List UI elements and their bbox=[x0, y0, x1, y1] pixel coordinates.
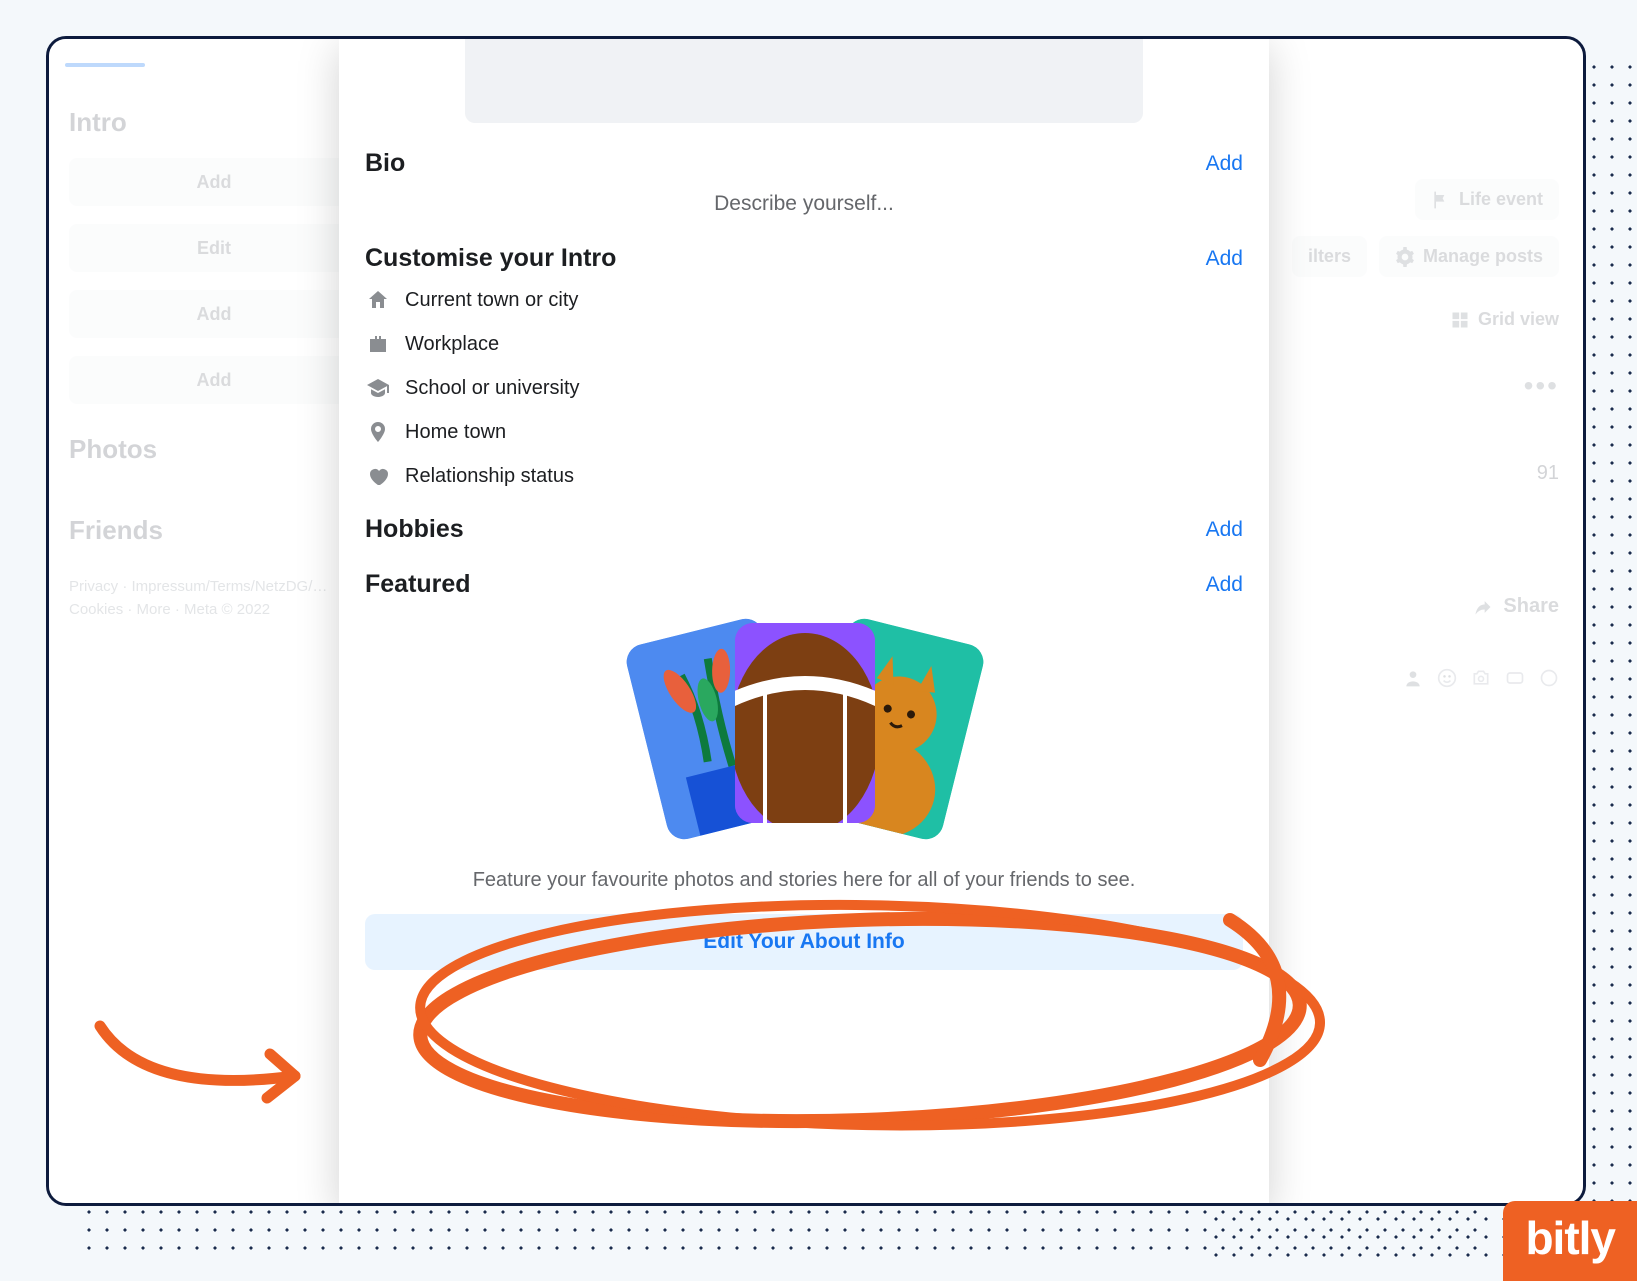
modal-header-placeholder bbox=[465, 39, 1143, 123]
card-football bbox=[735, 623, 875, 823]
hobbies-section: Hobbies Add bbox=[365, 515, 1243, 544]
bio-add-link[interactable]: Add bbox=[1206, 152, 1243, 176]
intro-item-label: Current town or city bbox=[405, 289, 578, 312]
featured-illustration bbox=[365, 629, 1243, 849]
customise-heading: Customise your Intro bbox=[365, 244, 616, 273]
intro-item-label: Home town bbox=[405, 421, 506, 444]
hobbies-add-link[interactable]: Add bbox=[1206, 518, 1243, 542]
edit-intro-modal: Bio Add Describe yourself... Customise y… bbox=[339, 39, 1269, 1206]
home-icon bbox=[365, 287, 391, 313]
bio-heading: Bio bbox=[365, 149, 405, 178]
intro-item-workplace[interactable]: Workplace bbox=[365, 331, 1243, 357]
customise-section: Customise your Intro Add Current town or… bbox=[365, 244, 1243, 489]
intro-item-hometown[interactable]: Home town bbox=[365, 419, 1243, 445]
bio-section: Bio Add Describe yourself... bbox=[365, 149, 1243, 216]
intro-item-current-town[interactable]: Current town or city bbox=[365, 287, 1243, 313]
graduation-cap-icon bbox=[365, 375, 391, 401]
intro-item-school[interactable]: School or university bbox=[365, 375, 1243, 401]
featured-heading: Featured bbox=[365, 570, 471, 599]
featured-add-link[interactable]: Add bbox=[1206, 573, 1243, 597]
browser-frame: Intro Add Edit Add Add Photos Friends Pr… bbox=[46, 36, 1586, 1206]
intro-item-label: Workplace bbox=[405, 333, 499, 356]
intro-item-relationship[interactable]: Relationship status bbox=[365, 463, 1243, 489]
briefcase-icon bbox=[365, 331, 391, 357]
hobbies-heading: Hobbies bbox=[365, 515, 464, 544]
location-pin-icon bbox=[365, 419, 391, 445]
featured-caption: Feature your favourite photos and storie… bbox=[365, 869, 1243, 892]
bio-placeholder[interactable]: Describe yourself... bbox=[365, 192, 1243, 216]
bitly-badge: bitly bbox=[1503, 1201, 1637, 1281]
featured-section: Featured Add bbox=[365, 570, 1243, 970]
customise-add-link[interactable]: Add bbox=[1206, 247, 1243, 271]
intro-item-label: Relationship status bbox=[405, 465, 574, 488]
edit-about-info-button[interactable]: Edit Your About Info bbox=[365, 914, 1243, 970]
intro-item-label: School or university bbox=[405, 377, 580, 400]
heart-icon bbox=[365, 463, 391, 489]
